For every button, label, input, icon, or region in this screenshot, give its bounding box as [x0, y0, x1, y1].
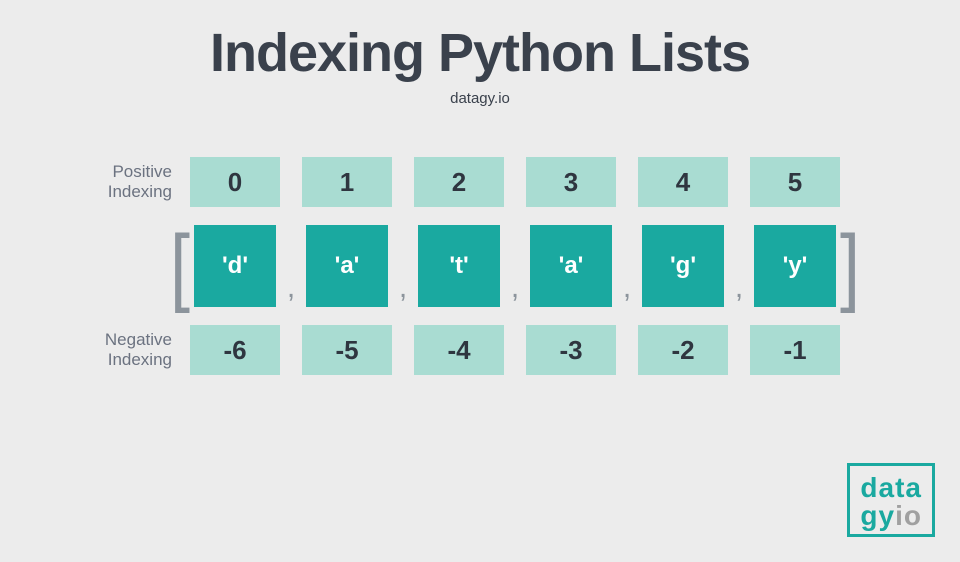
negative-index-cell: -4 — [414, 325, 504, 375]
positive-index-cell: 1 — [302, 157, 392, 207]
list-cells: 'd' , 'a' , 't' , 'a' , 'g' , 'y' — [194, 225, 836, 307]
indexing-diagram: PositiveIndexing 0 1 2 3 4 5 [ 'd' , 'a'… — [0, 157, 960, 375]
bracket-left-icon: [ — [170, 223, 190, 309]
positive-index-row: PositiveIndexing 0 1 2 3 4 5 — [70, 157, 890, 207]
logo-line1: data — [860, 474, 922, 502]
page-subtitle: datagy.io — [0, 90, 960, 107]
list-item-cell: 'd' — [194, 225, 276, 307]
list-item-cell: 'a' — [530, 225, 612, 307]
comma-separator: , — [500, 271, 530, 307]
negative-index-cell: -5 — [302, 325, 392, 375]
positive-index-cells: 0 1 2 3 4 5 — [190, 157, 890, 207]
page-title: Indexing Python Lists — [0, 22, 960, 84]
list-item-cell: 'a' — [306, 225, 388, 307]
logo-line2a: gy — [860, 500, 895, 531]
negative-index-label: NegativeIndexing — [70, 330, 190, 371]
comma-separator: , — [276, 271, 306, 307]
positive-index-label: PositiveIndexing — [70, 162, 190, 203]
negative-index-cell: -6 — [190, 325, 280, 375]
negative-index-cell: -1 — [750, 325, 840, 375]
list-row: [ 'd' , 'a' , 't' , 'a' , 'g' , 'y' ] — [70, 225, 890, 307]
positive-index-cell: 5 — [750, 157, 840, 207]
negative-index-row: NegativeIndexing -6 -5 -4 -3 -2 -1 — [70, 325, 890, 375]
comma-separator: , — [612, 271, 642, 307]
positive-index-cell: 3 — [526, 157, 616, 207]
logo-line2b: io — [895, 500, 922, 531]
positive-index-cell: 2 — [414, 157, 504, 207]
negative-index-cells: -6 -5 -4 -3 -2 -1 — [190, 325, 890, 375]
comma-separator: , — [388, 271, 418, 307]
positive-index-cell: 4 — [638, 157, 728, 207]
negative-index-cell: -3 — [526, 325, 616, 375]
list-item-cell: 'g' — [642, 225, 724, 307]
datagy-logo: data gyio — [847, 463, 935, 537]
comma-separator: , — [724, 271, 754, 307]
negative-index-cell: -2 — [638, 325, 728, 375]
bracket-right-icon: ] — [840, 223, 860, 309]
positive-index-cell: 0 — [190, 157, 280, 207]
list-item-cell: 't' — [418, 225, 500, 307]
list-item-cell: 'y' — [754, 225, 836, 307]
